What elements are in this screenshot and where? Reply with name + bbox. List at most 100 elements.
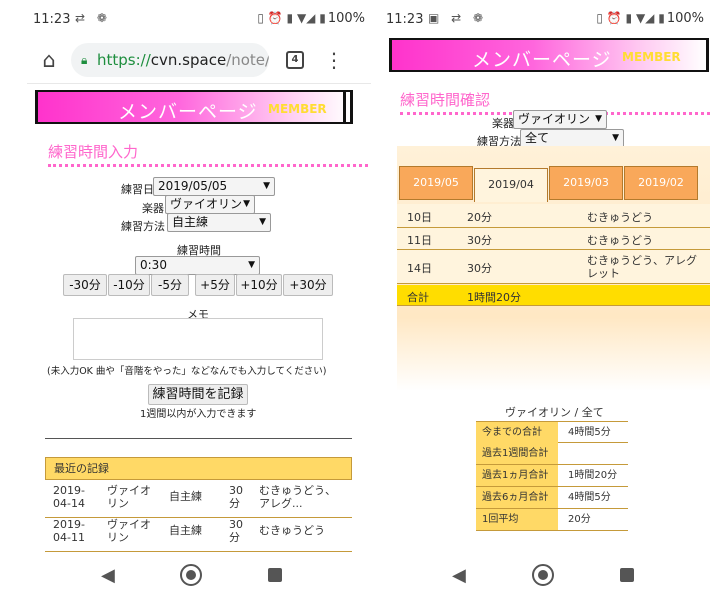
- tab-2019-03[interactable]: 2019/03: [549, 166, 623, 200]
- home-icon[interactable]: ⌂: [37, 48, 61, 72]
- notification-icons: ⇄ ❁: [75, 11, 111, 25]
- summary-label: 過去1週間合計: [476, 443, 558, 464]
- banner-divider: [343, 92, 346, 122]
- address-bar[interactable]: 🔒︎ https://cvn.space/note/: [71, 43, 269, 77]
- record-minutes: 30 分: [229, 518, 243, 544]
- date-select[interactable]: 2019/05/05 ▼: [153, 177, 275, 196]
- back-icon[interactable]: ◀: [101, 565, 115, 586]
- total-row: 合計 1時間20分: [397, 285, 710, 306]
- summary-value: 20分: [568, 514, 591, 525]
- instrument-label: 楽器: [492, 117, 514, 130]
- chevron-down-icon: ▼: [248, 260, 255, 270]
- date-label: 練習日: [121, 183, 154, 196]
- row-time: 30分: [467, 262, 492, 275]
- chevron-down-icon: ▼: [259, 217, 266, 227]
- submit-note: 1週間以内が入力できます: [140, 409, 257, 420]
- banner-title: メンバーページ: [118, 101, 258, 123]
- chevron-down-icon: ▼: [595, 114, 602, 124]
- minus-10-button[interactable]: -10分: [108, 274, 150, 296]
- banner-subtitle: MEMBER: [268, 102, 327, 116]
- row-memo: むきゅうどう: [587, 234, 653, 247]
- table-row[interactable]: 10日 20分 むきゅうどう: [397, 204, 710, 228]
- tabs-icon[interactable]: 4: [286, 51, 304, 69]
- duration-value: 0:30: [140, 258, 167, 272]
- minus-5-button[interactable]: -5分: [151, 274, 189, 296]
- battery-level: 100%: [327, 11, 365, 26]
- url-host: cvn.space: [150, 51, 227, 69]
- submit-record-button[interactable]: 練習時間を記録: [148, 384, 248, 405]
- home-nav-icon[interactable]: [532, 564, 554, 586]
- method-value: 全て: [525, 131, 550, 145]
- system-icons: ▯ ⏰ ▮ ▼◢ ▮ 100%: [596, 11, 704, 26]
- summary-value: 4時間5分: [568, 492, 611, 503]
- summary-row: 1回平均 20分: [476, 509, 628, 531]
- row-memo: むきゅうどう、アレグ レット: [587, 254, 697, 280]
- record-date: 2019- 04-11: [53, 518, 85, 544]
- record-minutes: 30 分: [229, 484, 243, 510]
- banner-title: メンバーページ: [472, 49, 612, 71]
- table-row[interactable]: 14日 30分 むきゅうどう、アレグ レット: [397, 250, 710, 284]
- instrument-value: ヴァイオリン: [170, 197, 243, 211]
- summary-row: 過去6ヵ月合計 4時間5分: [476, 487, 628, 509]
- member-banner: メンバーページ MEMBER: [35, 90, 353, 124]
- memo-textarea[interactable]: [73, 318, 323, 360]
- notification-icons: ▣ ⇄ ❁: [428, 11, 488, 25]
- instrument-label: 楽器: [142, 202, 164, 215]
- home-nav-icon[interactable]: [180, 564, 202, 586]
- phone-left-input-screen: 11:23 ⇄ ❁ ▯ ⏰ ▮ ▼◢ ▮ 100% ⌂ 🔒︎ https://cv…: [27, 0, 371, 599]
- chevron-down-icon: ▼: [263, 181, 270, 191]
- status-time: 11:23: [386, 12, 424, 27]
- record-instrument: ヴァイオ リン: [107, 484, 151, 510]
- record-instrument: ヴァイオ リン: [107, 518, 151, 544]
- record-method: 自主練: [169, 524, 202, 537]
- status-time: 11:23: [33, 12, 71, 27]
- url-scheme: https://: [97, 51, 151, 69]
- summary-label: 1回平均: [476, 509, 558, 530]
- system-icons: ▯ ⏰ ▮ ▼◢ ▮ 100%: [257, 11, 365, 26]
- method-label: 練習方法: [121, 220, 165, 233]
- row-day: 11日: [407, 234, 432, 247]
- plus-5-button[interactable]: +5分: [195, 274, 235, 296]
- memo-hint: (未入力OK 曲や「音階をやった」などなんでも入力してください): [47, 366, 327, 377]
- instrument-value: ヴァイオリン: [518, 112, 591, 126]
- plus-30-button[interactable]: +30分: [283, 274, 333, 296]
- divider: [45, 438, 352, 439]
- phone-right-confirm-screen: 11:23 ▣ ⇄ ❁ ▯ ⏰ ▮ ▼◢ ▮ 100% メンバーページ MEMBE…: [380, 0, 710, 599]
- table-row[interactable]: 11日 30分 むきゅうどう: [397, 228, 710, 250]
- total-label: 合計: [407, 291, 429, 304]
- chevron-down-icon: ▼: [612, 133, 619, 143]
- back-icon[interactable]: ◀: [452, 565, 466, 586]
- recents-icon[interactable]: [268, 568, 282, 582]
- member-banner: メンバーページ MEMBER: [389, 38, 709, 72]
- tab-2019-05[interactable]: 2019/05: [399, 166, 473, 200]
- table-row[interactable]: 2019- 04-14 ヴァイオ リン 自主練 30 分 むきゅうどう、 アレグ...: [45, 480, 352, 518]
- browser-toolbar: ⌂ 🔒︎ https://cvn.space/note/ 4 ⋮: [27, 38, 371, 84]
- record-date: 2019- 04-14: [53, 484, 85, 510]
- row-memo: むきゅうどう: [587, 211, 653, 224]
- instrument-select[interactable]: ヴァイオリン ▼: [513, 110, 607, 129]
- date-value: 2019/05/05: [158, 179, 228, 193]
- table-row[interactable]: 2019- 04-11 ヴァイオ リン 自主練 30 分 むきゅうどう: [45, 514, 352, 552]
- tab-2019-04[interactable]: 2019/04: [474, 168, 548, 202]
- section-title: 練習時間入力: [48, 141, 371, 167]
- recents-icon[interactable]: [620, 568, 634, 582]
- status-bar: 11:23 ⇄ ❁ ▯ ⏰ ▮ ▼◢ ▮ 100%: [27, 0, 371, 38]
- summary-title: ヴァイオリン / 全て: [505, 406, 604, 419]
- tab-2019-02[interactable]: 2019/02: [624, 166, 698, 200]
- summary-label: 過去1ヵ月合計: [476, 465, 558, 486]
- method-select[interactable]: 自主練 ▼: [167, 213, 271, 232]
- summary-label: 過去6ヵ月合計: [476, 487, 558, 508]
- minus-30-button[interactable]: -30分: [63, 274, 107, 296]
- row-day: 10日: [407, 211, 432, 224]
- more-menu-icon[interactable]: ⋮: [324, 46, 344, 74]
- total-value: 1時間20分: [467, 291, 521, 304]
- summary-row: 過去1週間合計: [476, 443, 628, 465]
- battery-level: 100%: [666, 11, 704, 26]
- record-memo: むきゅうどう: [259, 524, 325, 537]
- plus-10-button[interactable]: +10分: [236, 274, 282, 296]
- instrument-select[interactable]: ヴァイオリン ▼: [165, 195, 255, 214]
- status-bar: 11:23 ▣ ⇄ ❁ ▯ ⏰ ▮ ▼◢ ▮ 100%: [380, 0, 710, 38]
- duration-select[interactable]: 0:30 ▼: [135, 256, 260, 275]
- record-method: 自主練: [169, 490, 202, 503]
- recent-records-header: 最近の記録: [45, 457, 352, 480]
